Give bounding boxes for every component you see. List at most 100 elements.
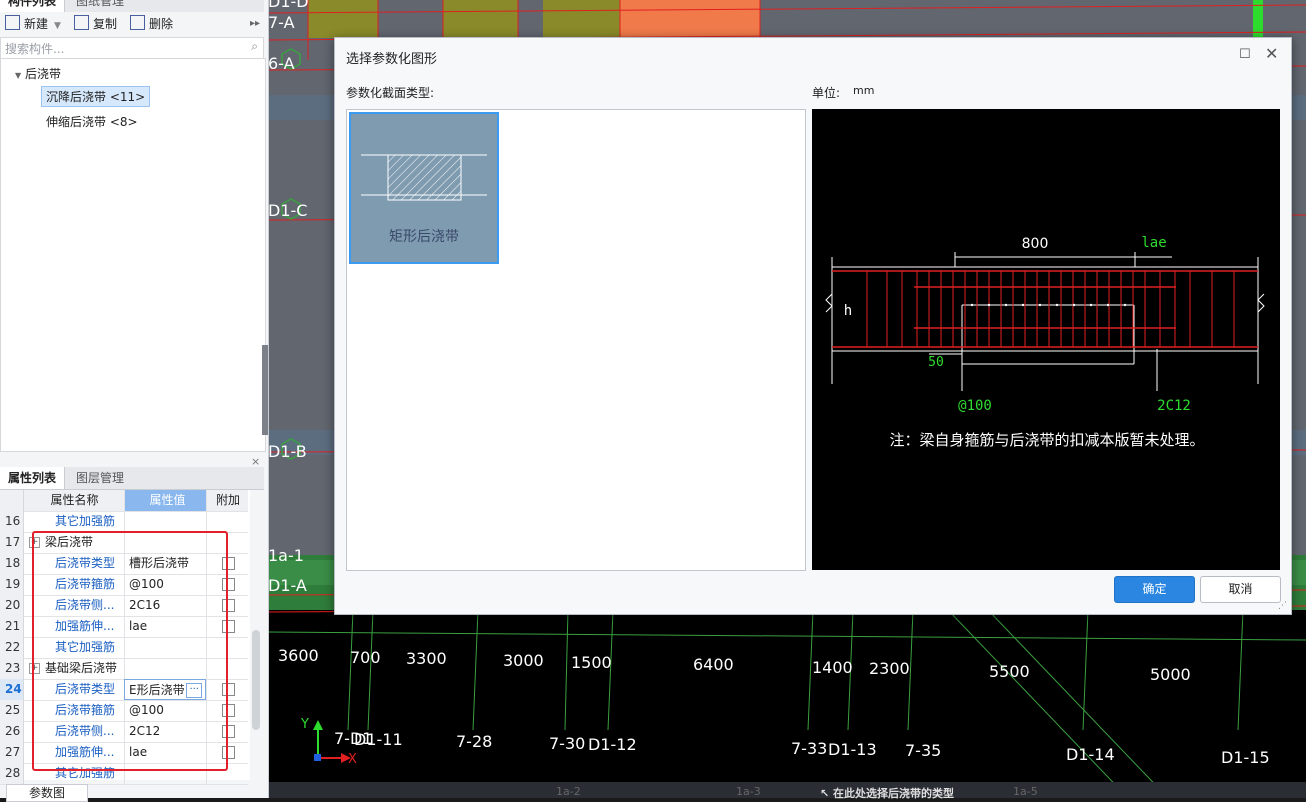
property-name: 其它加强筋 <box>25 511 124 532</box>
cad-axis-label: D1-A <box>268 576 307 595</box>
section-label: 参数化截面类型: <box>346 86 435 100</box>
rect-post-pour-icon <box>361 154 487 201</box>
tree-item-settlement[interactable]: 沉降后浇带 <11> <box>41 86 151 107</box>
delete-button[interactable]: 删除 <box>130 15 173 33</box>
cad-dimension: 5000 <box>1150 665 1191 684</box>
shape-card-rect[interactable]: 矩形后浇带 <box>349 112 499 264</box>
resize-grip-icon[interactable]: ⋰ <box>1278 601 1287 611</box>
select-param-shape-dialog: 选择参数化图形 ☐ ✕ 参数化截面类型: 单位: mm 矩形后浇带 800 la… <box>334 37 1292 615</box>
status-hint: ↖ 在此处选择后浇带的类型 <box>820 785 954 801</box>
property-name-text: 其它加强筋 <box>55 514 116 528</box>
delete-button-label: 删除 <box>149 17 174 31</box>
cad-dimension: 1400 <box>812 658 853 677</box>
unit-label: 单位: <box>812 86 841 100</box>
cad-dimension: 3300 <box>406 649 447 668</box>
chevron-down-icon[interactable]: ▼ <box>54 21 61 31</box>
ok-button[interactable]: 确定 <box>1114 576 1195 603</box>
cad-dimension: 2300 <box>869 659 910 678</box>
cad-axis-label: D1-C <box>268 201 308 220</box>
cad-dimension: 3000 <box>503 651 544 670</box>
dim-800: 800 <box>1022 236 1049 252</box>
new-button-label: 新建 <box>24 17 49 31</box>
preview-note: 注：梁自身箍筋与后浇带的扣减本版暂未处理。 <box>889 431 1204 449</box>
cad-axis-label: D1-B <box>268 442 307 461</box>
property-row[interactable]: 16 其它加强筋 <box>0 511 248 533</box>
search-input[interactable]: 搜索构件... ⌕ <box>0 37 264 59</box>
cad-dimension: 6400 <box>693 655 734 674</box>
caret-down-icon[interactable]: ▼ <box>15 71 21 80</box>
bar-dot <box>1072 303 1076 307</box>
cad-dimension: 3600 <box>278 646 319 665</box>
header-extra: 附加 <box>206 490 249 511</box>
row-number: 17 <box>0 532 24 553</box>
property-tabs: 属性列表 图层管理 <box>0 467 264 490</box>
scrollbar[interactable] <box>252 630 260 730</box>
row-number: 24 <box>0 679 24 700</box>
row-number: 23 <box>0 658 24 679</box>
status-bar: 1a-2 1a-3 ↖ 在此处选择后浇带的类型 1a-5 <box>268 782 1306 801</box>
header-name: 属性名称 <box>50 493 99 507</box>
maximize-icon[interactable]: ☐ <box>1239 47 1251 62</box>
tree-root[interactable]: ▼ 后浇带 <box>15 65 61 82</box>
dim-h: h <box>844 303 852 319</box>
row-number: 16 <box>0 511 24 532</box>
stirrup-label: @100 <box>958 398 992 414</box>
cad-axis-label: 1a-1 <box>268 546 304 565</box>
side-bar-label: 2C12 <box>1157 398 1191 414</box>
component-tree: ▼ 后浇带 沉降后浇带 <11> 伸缩后浇带 <8> <box>0 58 266 452</box>
status-label: 1a-5 <box>1013 785 1038 798</box>
cad-grid-label: D1-12 <box>588 735 637 754</box>
more-icon[interactable]: ▸▸ <box>250 15 260 33</box>
preview-drawing: 800 lae h 50 @100 2C12 注：梁自身箍筋与后浇带的扣减本版暂… <box>825 235 1265 449</box>
shape-preview: 800 lae h 50 @100 2C12 注：梁自身箍筋与后浇带的扣减本版暂… <box>812 109 1280 570</box>
search-icon[interactable]: ⌕ <box>251 39 258 54</box>
close-icon[interactable]: ✕ <box>1265 44 1278 63</box>
tab-component-list[interactable]: 构件列表 <box>0 0 66 12</box>
row-number: 20 <box>0 595 24 616</box>
row-number: 18 <box>0 553 24 574</box>
cad-dimension: 700 <box>350 648 381 667</box>
cad-grid-label: 7-35 <box>905 741 942 760</box>
left-panel: 构件列表 图纸管理 新建 ▼ 复制 删除 ▸▸ 搜索构件... ⌕ ▼ 后浇带 沉… <box>0 0 269 802</box>
header-num <box>0 490 24 511</box>
row-number: 19 <box>0 574 24 595</box>
cad-grid-label: D1-13 <box>828 740 877 759</box>
copy-button[interactable]: 复制 <box>74 15 117 33</box>
dim-lae: lae <box>1141 235 1166 251</box>
cad-grid-label: 7-30 <box>549 734 586 753</box>
bar-dot <box>1089 303 1093 307</box>
copy-icon <box>74 15 89 30</box>
tab-param-diagram[interactable]: 参数图 <box>6 784 88 802</box>
property-value[interactable] <box>124 511 206 532</box>
tab-property-list[interactable]: 属性列表 <box>0 467 66 489</box>
cancel-button[interactable]: 取消 <box>1200 576 1281 603</box>
shape-caption: 矩形后浇带 <box>389 229 459 245</box>
tree-item-expansion[interactable]: 伸缩后浇带 <8> <box>46 113 138 130</box>
row-number: 28 <box>0 763 24 784</box>
tab-layer-manage[interactable]: 图层管理 <box>68 467 132 489</box>
cad-grid-label: 7-33 <box>791 739 828 758</box>
panel-splitter[interactable] <box>262 345 268 435</box>
cad-dimension: 1500 <box>571 653 612 672</box>
bar-dot <box>1004 303 1008 307</box>
row-number: 25 <box>0 700 24 721</box>
bar-dot <box>970 303 974 307</box>
cad-grid-label: D1-11 <box>354 730 403 749</box>
shape-list: 矩形后浇带 <box>346 109 806 571</box>
close-icon[interactable]: × <box>251 455 260 468</box>
cad-grid-label: D1-15 <box>1221 748 1270 767</box>
trash-icon <box>130 15 145 30</box>
row-number: 27 <box>0 742 24 763</box>
row-number: 21 <box>0 616 24 637</box>
cad-grid-label: D1-14 <box>1066 745 1115 764</box>
cad-dimension: 5500 <box>989 662 1030 681</box>
bar-dot <box>1055 303 1059 307</box>
unit-value: mm <box>853 84 875 97</box>
component-toolbar: 新建 ▼ 复制 删除 ▸▸ <box>0 12 264 36</box>
new-button[interactable]: 新建 ▼ <box>5 15 61 33</box>
tab-drawing-manage[interactable]: 图纸管理 <box>68 0 132 12</box>
bar-dot <box>1123 303 1127 307</box>
highlight-box <box>32 531 228 771</box>
status-label: 1a-2 <box>556 785 581 798</box>
bar-dot <box>1038 303 1042 307</box>
